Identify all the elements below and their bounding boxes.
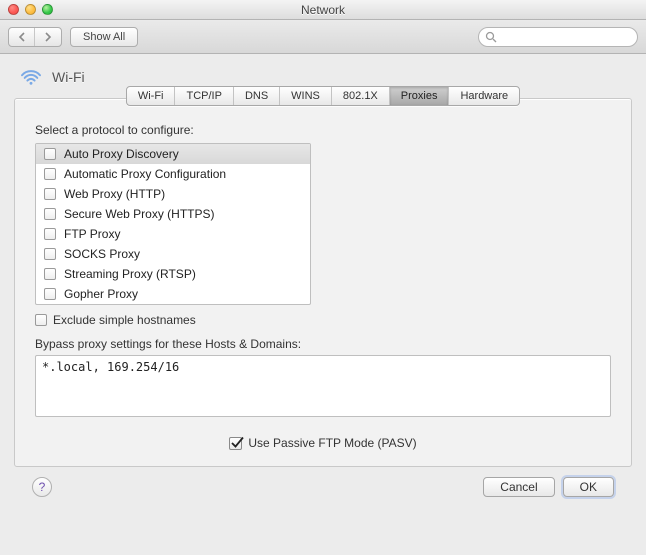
minimize-window-button[interactable] [25, 4, 36, 15]
forward-button[interactable] [35, 28, 61, 46]
wifi-icon [20, 68, 42, 86]
protocol-label: SOCKS Proxy [64, 247, 140, 261]
passive-ftp-row: Use Passive FTP Mode (PASV) [35, 436, 611, 450]
tab-8021x[interactable]: 802.1X [332, 87, 390, 105]
nav-back-forward [8, 27, 62, 47]
protocol-checkbox[interactable] [44, 168, 56, 180]
tab-tcpip[interactable]: TCP/IP [175, 87, 233, 105]
protocol-label: FTP Proxy [64, 227, 120, 241]
protocol-row[interactable]: Streaming Proxy (RTSP) [36, 264, 310, 284]
help-button[interactable]: ? [32, 477, 52, 497]
protocol-label: Auto Proxy Discovery [64, 147, 179, 161]
protocol-row[interactable]: Secure Web Proxy (HTTPS) [36, 204, 310, 224]
protocol-label: Gopher Proxy [64, 287, 138, 301]
protocol-checkbox[interactable] [44, 208, 56, 220]
protocol-checkbox[interactable] [44, 288, 56, 300]
footer: ? Cancel OK [14, 467, 632, 497]
select-protocol-prompt: Select a protocol to configure: [35, 123, 611, 137]
window-titlebar: Network [0, 0, 646, 20]
protocol-row[interactable]: Auto Proxy Discovery [36, 144, 310, 164]
traffic-lights [0, 4, 53, 15]
protocol-checkbox[interactable] [44, 148, 56, 160]
protocol-row[interactable]: Web Proxy (HTTP) [36, 184, 310, 204]
bypass-label: Bypass proxy settings for these Hosts & … [35, 337, 611, 351]
window-title: Network [0, 3, 646, 17]
show-all-button[interactable]: Show All [70, 27, 138, 47]
search-icon [485, 31, 497, 43]
protocol-row[interactable]: Gopher Proxy [36, 284, 310, 304]
protocol-checkbox[interactable] [44, 228, 56, 240]
protocol-label: Secure Web Proxy (HTTPS) [64, 207, 214, 221]
protocol-list[interactable]: Auto Proxy Discovery Automatic Proxy Conf… [35, 143, 311, 305]
ok-button[interactable]: OK [563, 477, 614, 497]
protocol-label: Automatic Proxy Configuration [64, 167, 226, 181]
settings-card: Wi-FiTCP/IPDNSWINS802.1XProxiesHardware … [14, 98, 632, 467]
protocol-row[interactable]: SOCKS Proxy [36, 244, 310, 264]
exclude-simple-hostnames-checkbox[interactable] [35, 314, 47, 326]
protocol-row[interactable]: FTP Proxy [36, 224, 310, 244]
checkmark-icon [229, 435, 245, 451]
protocol-row[interactable]: Automatic Proxy Configuration [36, 164, 310, 184]
protocol-checkbox[interactable] [44, 248, 56, 260]
toolbar: Show All [0, 20, 646, 54]
tab-proxies[interactable]: Proxies [390, 87, 450, 105]
tab-hardware[interactable]: Hardware [449, 87, 519, 105]
protocol-label: Streaming Proxy (RTSP) [64, 267, 196, 281]
back-button[interactable] [9, 28, 35, 46]
tabset: Wi-FiTCP/IPDNSWINS802.1XProxiesHardware [126, 86, 520, 106]
zoom-window-button[interactable] [42, 4, 53, 15]
exclude-simple-hostnames-label: Exclude simple hostnames [53, 313, 196, 327]
section-title: Wi-Fi [52, 69, 85, 85]
search-field[interactable] [478, 27, 638, 47]
tab-wins[interactable]: WINS [280, 87, 332, 105]
cancel-button[interactable]: Cancel [483, 477, 554, 497]
protocol-checkbox[interactable] [44, 268, 56, 280]
close-window-button[interactable] [8, 4, 19, 15]
bypass-hosts-textarea[interactable] [35, 355, 611, 417]
tab-wifi[interactable]: Wi-Fi [127, 87, 176, 105]
exclude-simple-hostnames-row: Exclude simple hostnames [35, 313, 611, 327]
passive-ftp-label: Use Passive FTP Mode (PASV) [248, 436, 416, 450]
protocol-checkbox[interactable] [44, 188, 56, 200]
protocol-label: Web Proxy (HTTP) [64, 187, 165, 201]
chevron-right-icon [44, 32, 52, 42]
passive-ftp-checkbox[interactable] [229, 437, 242, 450]
chevron-left-icon [18, 32, 26, 42]
tab-dns[interactable]: DNS [234, 87, 280, 105]
